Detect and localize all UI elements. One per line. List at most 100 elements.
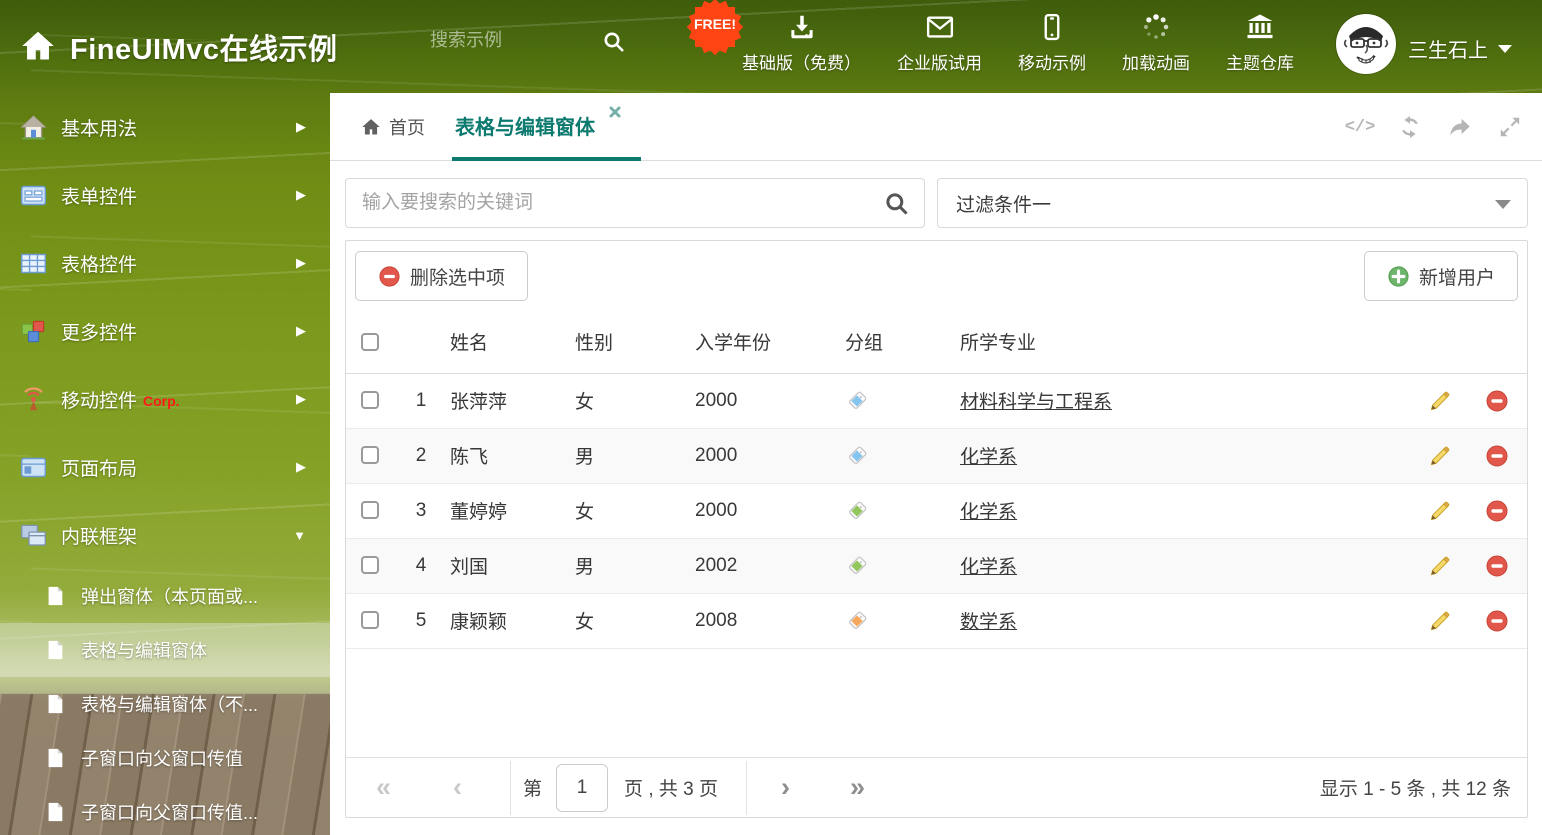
user-table: 姓名 性别 入学年份 分组 所学专业 1 张萍萍 女 2000 材料科学与工程系… xyxy=(346,311,1527,649)
user-name: 三生石上 xyxy=(1408,40,1488,62)
sidebar-item-iframe[interactable]: 内联框架 ▼ xyxy=(0,501,330,569)
cell-year: 2008 xyxy=(695,609,738,631)
row-checkbox[interactable] xyxy=(361,556,379,575)
share-icon[interactable] xyxy=(1446,113,1474,141)
close-icon[interactable] xyxy=(609,106,621,118)
nav-item-enterprise[interactable]: 企业版试用 xyxy=(897,12,982,74)
table-row[interactable]: 1 张萍萍 女 2000 材料科学与工程系 xyxy=(346,373,1527,428)
last-page-icon[interactable]: » xyxy=(850,774,865,801)
select-all-checkbox[interactable] xyxy=(361,332,379,351)
row-number: 3 xyxy=(415,499,427,521)
home-logo-icon[interactable] xyxy=(20,28,56,64)
edit-icon[interactable] xyxy=(1428,554,1452,578)
tab-toolbar: </> xyxy=(1345,93,1524,161)
filter-dropdown-value: 过滤条件一 xyxy=(956,194,1052,216)
major-link[interactable]: 化学系 xyxy=(960,557,1017,578)
table-icon xyxy=(20,253,47,273)
sidebar-item-layout[interactable]: 页面布局 ▶ xyxy=(0,433,330,501)
sidebar-item-mobile[interactable]: 移动控件 Corp. ▶ xyxy=(0,365,330,433)
file-icon xyxy=(48,640,63,660)
plus-circle-icon xyxy=(1388,265,1409,287)
sidebar-submenu: 弹出窗体（本页面或... 表格与编辑窗体 表格与编辑窗体（不... 子窗口向父窗… xyxy=(0,569,330,835)
row-number: 5 xyxy=(415,609,427,631)
header-search-input[interactable] xyxy=(430,30,590,51)
add-user-button[interactable]: 新增用户 xyxy=(1363,251,1518,301)
subitem-popup-window[interactable]: 弹出窗体（本页面或... xyxy=(0,569,330,623)
download-icon xyxy=(790,15,813,39)
delete-selected-button[interactable]: 删除选中项 xyxy=(355,251,529,301)
refresh-icon[interactable] xyxy=(1396,113,1424,141)
delete-icon[interactable] xyxy=(1485,389,1509,413)
nav-item-download[interactable]: 基础版（免费） xyxy=(742,12,861,74)
row-checkbox[interactable] xyxy=(361,611,379,630)
edit-icon[interactable] xyxy=(1428,609,1452,633)
tab-grid-edit-window[interactable]: 表格与编辑窗体 xyxy=(452,93,641,161)
delete-icon[interactable] xyxy=(1485,554,1509,578)
keyword-search-input[interactable] xyxy=(346,179,924,227)
table-row[interactable]: 4 刘国 男 2002 化学系 xyxy=(346,538,1527,593)
search-icon[interactable] xyxy=(884,191,910,217)
layout-icon xyxy=(20,457,47,477)
filter-row: 过滤条件一 xyxy=(345,178,1528,228)
sidebar-menu: 基本用法 ▶ 表单控件 ▶ 表格控件 ▶ 更多控件 ▶ 移动控件 Corp. ▶… xyxy=(0,93,330,835)
sidebar-item-grid[interactable]: 表格控件 ▶ xyxy=(0,229,330,297)
chevron-down-icon xyxy=(1498,44,1512,53)
sidebar-item-basic[interactable]: 基本用法 ▶ xyxy=(0,93,330,161)
user-avatar[interactable] xyxy=(1336,14,1396,74)
edit-icon[interactable] xyxy=(1428,389,1452,413)
tag-icon xyxy=(845,554,869,578)
major-link[interactable]: 材料科学与工程系 xyxy=(960,392,1112,413)
user-menu[interactable]: 三生石上 xyxy=(1408,34,1512,63)
row-checkbox[interactable] xyxy=(361,501,379,520)
table-row[interactable]: 2 陈飞 男 2000 化学系 xyxy=(346,428,1527,483)
major-link[interactable]: 化学系 xyxy=(960,502,1017,523)
table-row[interactable]: 5 康颖颖 女 2008 数学系 xyxy=(346,593,1527,648)
cell-year: 2000 xyxy=(695,389,738,411)
edit-icon[interactable] xyxy=(1428,499,1452,523)
subitem-grid-edit-window-2[interactable]: 表格与编辑窗体（不... xyxy=(0,677,330,731)
major-link[interactable]: 化学系 xyxy=(960,447,1017,468)
delete-icon[interactable] xyxy=(1485,499,1509,523)
file-icon xyxy=(48,694,63,714)
sidebar-item-more[interactable]: 更多控件 ▶ xyxy=(0,297,330,365)
cell-gender: 女 xyxy=(575,502,595,523)
frames-icon xyxy=(21,524,46,546)
nav-item-themes[interactable]: 主题仓库 xyxy=(1226,12,1294,74)
prev-page-icon[interactable]: ‹ xyxy=(453,774,462,801)
mail-icon xyxy=(926,16,953,38)
major-link[interactable]: 数学系 xyxy=(960,612,1017,633)
nav-item-mobile[interactable]: 移动示例 xyxy=(1018,12,1086,74)
page-suffix: 页 , 共 3 页 xyxy=(624,779,719,800)
filter-dropdown[interactable]: 过滤条件一 xyxy=(937,178,1528,228)
page-number-input[interactable] xyxy=(556,763,609,812)
tag-icon xyxy=(845,444,869,468)
sidebar-item-form[interactable]: 表单控件 ▶ xyxy=(0,161,330,229)
app-title: FineUIMvc在线示例 xyxy=(70,34,338,66)
table-row[interactable]: 3 董婷婷 女 2000 化学系 xyxy=(346,483,1527,538)
app-header: FineUIMvc在线示例 FREE! 基础版（免费） 企业版试用 移 xyxy=(0,0,1542,93)
row-checkbox[interactable] xyxy=(361,446,379,465)
subitem-child-to-parent-2[interactable]: 子窗口向父窗口传值... xyxy=(0,785,330,835)
expand-icon[interactable] xyxy=(1496,113,1524,141)
cell-name: 董婷婷 xyxy=(450,502,508,523)
spinner-icon xyxy=(1144,14,1169,39)
chevron-right-icon: ▶ xyxy=(296,391,306,406)
chevron-right-icon: ▶ xyxy=(296,119,306,134)
row-number: 4 xyxy=(415,554,427,576)
delete-icon[interactable] xyxy=(1485,609,1509,633)
next-page-icon[interactable]: › xyxy=(781,774,790,801)
tab-home[interactable]: 首页 xyxy=(361,93,425,161)
nav-item-loading[interactable]: 加载动画 xyxy=(1122,12,1190,74)
chevron-down-icon: ▼ xyxy=(293,527,306,543)
subitem-grid-edit-window[interactable]: 表格与编辑窗体 xyxy=(0,623,330,677)
edit-icon[interactable] xyxy=(1428,444,1452,468)
delete-icon[interactable] xyxy=(1485,444,1509,468)
header-search-icon[interactable] xyxy=(602,30,626,54)
source-code-icon[interactable]: </> xyxy=(1345,113,1376,141)
page-prefix: 第 xyxy=(523,779,543,800)
first-page-icon[interactable]: « xyxy=(376,774,391,801)
col-year: 入学年份 xyxy=(691,311,841,374)
tab-strip: 首页 表格与编辑窗体 </> xyxy=(330,93,1542,161)
subitem-child-to-parent[interactable]: 子窗口向父窗口传值 xyxy=(0,731,330,785)
row-checkbox[interactable] xyxy=(361,391,379,410)
